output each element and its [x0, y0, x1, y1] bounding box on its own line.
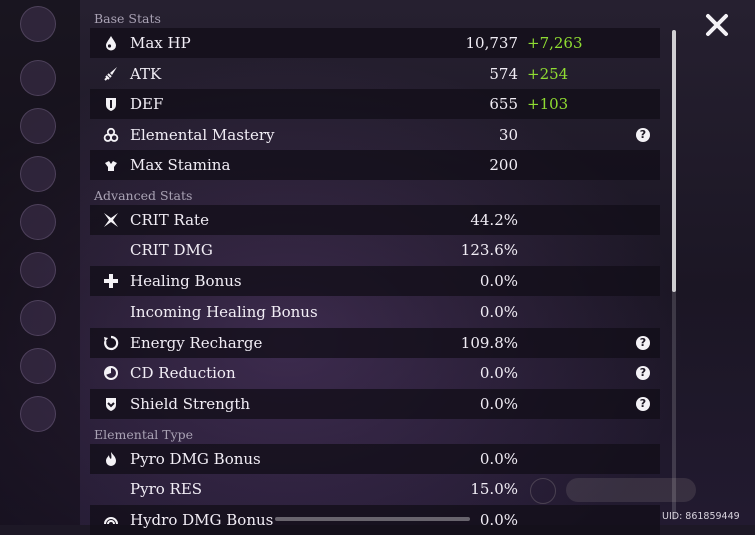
stat-value: 0.0% — [479, 272, 518, 290]
stat-label: CRIT DMG — [130, 241, 213, 259]
section-header-elemental: Elemental Type — [94, 427, 194, 442]
stat-label: Pyro RES — [130, 480, 203, 498]
stat-label: Elemental Mastery — [130, 126, 275, 144]
stat-label: Hydro DMG Bonus — [130, 511, 274, 529]
stat-value: 200 — [489, 156, 518, 174]
stat-value: 655 — [489, 95, 518, 113]
stat-value: 109.8% — [460, 334, 518, 352]
stat-label: Max Stamina — [130, 156, 231, 174]
stat-value: 0.0% — [479, 511, 518, 529]
stat-bonus: +254 — [527, 65, 569, 83]
hp-drop-icon — [106, 36, 116, 51]
stat-bonus: +103 — [527, 95, 569, 113]
stat-value: 15.0% — [470, 480, 518, 498]
stat-value: 0.0% — [479, 395, 518, 413]
character-avatar[interactable] — [20, 396, 56, 432]
crit-icon — [104, 213, 118, 227]
stat-label: Shield Strength — [130, 395, 251, 413]
character-avatar[interactable] — [20, 204, 56, 240]
character-avatar[interactable] — [20, 156, 56, 192]
stat-label: CRIT Rate — [130, 211, 209, 229]
stat-value: 0.0% — [479, 303, 518, 321]
cooldown-icon — [104, 366, 118, 380]
character-avatar[interactable] — [20, 348, 56, 384]
character-avatar[interactable] — [20, 60, 56, 96]
shield-strength-icon — [106, 398, 116, 411]
stat-label: Energy Recharge — [130, 334, 263, 352]
help-icon[interactable]: ? — [636, 397, 650, 411]
stat-label: Incoming Healing Bonus — [130, 303, 318, 321]
horizontal-scrollbar[interactable] — [275, 517, 470, 521]
stat-row-shield-strength: Shield Strength 0.0% ? — [90, 389, 660, 419]
stat-row-incoming-healing: Incoming Healing Bonus 0.0% — [90, 297, 660, 327]
pyro-flame-icon — [106, 452, 116, 466]
energy-recharge-icon — [104, 335, 119, 351]
stat-row-pyro-dmg: Pyro DMG Bonus 0.0% — [90, 444, 660, 474]
stat-value: 30 — [498, 126, 518, 144]
hydro-wave-icon — [104, 517, 118, 525]
stamina-icon — [105, 161, 117, 171]
character-avatar[interactable] — [20, 300, 56, 336]
stat-row-healing-bonus: Healing Bonus 0.0% — [90, 266, 660, 296]
help-icon[interactable]: ? — [636, 336, 650, 350]
stat-label: Pyro DMG Bonus — [130, 450, 261, 468]
stat-label: DEF — [130, 95, 164, 113]
stat-row-elemental-mastery: Elemental Mastery 30 ? — [90, 120, 660, 150]
character-sidebar — [0, 0, 80, 525]
stat-value: 0.0% — [479, 364, 518, 382]
character-avatar[interactable] — [20, 6, 56, 42]
healing-cross-icon — [104, 274, 118, 288]
stat-row-energy-recharge: Energy Recharge 109.8% ? — [90, 328, 660, 358]
stat-label: Max HP — [130, 34, 191, 52]
uid-label: UID: 861859449 — [662, 511, 740, 522]
stat-label: ATK — [130, 65, 162, 83]
stat-row-crit-rate: CRIT Rate 44.2% — [90, 205, 660, 235]
close-icon[interactable] — [703, 11, 731, 39]
help-icon[interactable]: ? — [636, 366, 650, 380]
character-avatar[interactable] — [20, 108, 56, 144]
level-up-button[interactable] — [566, 478, 696, 502]
stat-value: 10,737 — [465, 34, 519, 52]
elemental-mastery-icon — [103, 127, 119, 142]
scrollbar-thumb[interactable] — [672, 30, 676, 292]
lock-button[interactable] — [530, 478, 556, 504]
stat-label: CD Reduction — [130, 364, 236, 382]
stat-value: 123.6% — [460, 241, 518, 259]
section-header-advanced: Advanced Stats — [94, 188, 193, 203]
stat-row-crit-dmg: CRIT DMG 123.6% — [90, 235, 660, 265]
section-header-base: Base Stats — [94, 11, 161, 26]
stat-label: Healing Bonus — [130, 272, 242, 290]
stat-row-def: DEF 655 +103 — [90, 89, 660, 119]
shield-icon — [106, 98, 116, 111]
stat-row-atk: ATK 574 +254 — [90, 59, 660, 89]
stat-value: 0.0% — [479, 450, 518, 468]
character-avatar[interactable] — [20, 252, 56, 288]
stats-panel: Base Stats Max HP 10,737 +7,263 ATK 574 … — [90, 0, 662, 535]
sword-icon — [104, 67, 117, 81]
help-icon[interactable]: ? — [636, 128, 650, 142]
stat-row-max-hp: Max HP 10,737 +7,263 — [90, 28, 660, 58]
stat-row-cd-reduction: CD Reduction 0.0% ? — [90, 358, 660, 388]
stat-bonus: +7,263 — [527, 34, 583, 52]
stat-value: 574 — [489, 65, 518, 83]
stat-value: 44.2% — [470, 211, 518, 229]
stat-row-max-stamina: Max Stamina 200 — [90, 150, 660, 180]
